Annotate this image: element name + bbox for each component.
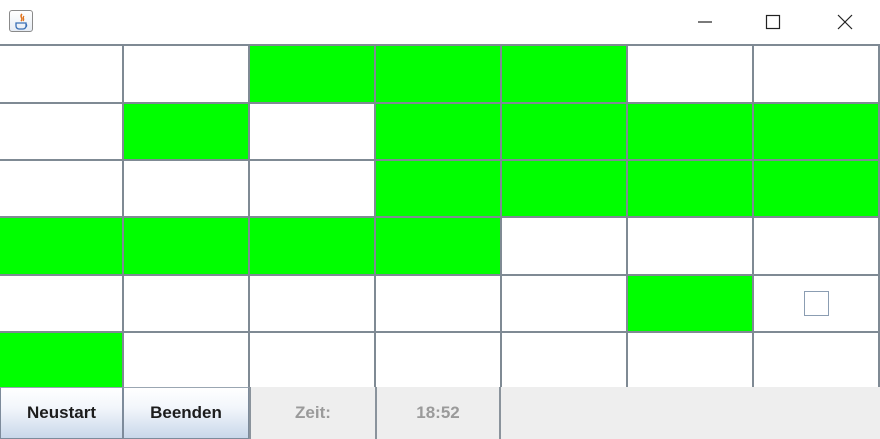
board-cell[interactable] bbox=[754, 104, 878, 159]
board-cell[interactable] bbox=[0, 161, 122, 216]
board-cell[interactable] bbox=[502, 46, 626, 102]
board-cell[interactable] bbox=[0, 333, 122, 388]
maximize-button[interactable] bbox=[750, 0, 796, 44]
board-cell[interactable] bbox=[754, 333, 878, 388]
time-label: Zeit: bbox=[249, 387, 375, 439]
maximize-icon bbox=[765, 14, 781, 30]
close-icon bbox=[837, 14, 853, 30]
board-cell[interactable] bbox=[376, 218, 500, 274]
board-cell[interactable] bbox=[754, 161, 878, 216]
board-cell[interactable] bbox=[0, 46, 122, 102]
board-cell[interactable] bbox=[502, 276, 626, 331]
board-cell[interactable] bbox=[376, 276, 500, 331]
board-cell[interactable] bbox=[754, 276, 878, 331]
board-cell[interactable] bbox=[0, 218, 122, 274]
minimize-button[interactable] bbox=[682, 0, 728, 44]
close-button[interactable] bbox=[822, 0, 868, 44]
board-cell[interactable] bbox=[250, 276, 374, 331]
board-cell[interactable] bbox=[628, 104, 752, 159]
board-cell[interactable] bbox=[628, 161, 752, 216]
board-cell[interactable] bbox=[754, 218, 878, 274]
time-value: 18:52 bbox=[375, 387, 501, 439]
board-cell[interactable] bbox=[124, 333, 248, 388]
board-cell[interactable] bbox=[250, 161, 374, 216]
board-cell[interactable] bbox=[376, 161, 500, 216]
board-cell[interactable] bbox=[628, 46, 752, 102]
board-cell[interactable] bbox=[0, 104, 122, 159]
board-cell[interactable] bbox=[502, 104, 626, 159]
quit-button[interactable]: Beenden bbox=[123, 387, 249, 439]
board-cell[interactable] bbox=[250, 333, 374, 388]
board-cell[interactable] bbox=[124, 46, 248, 102]
restart-button[interactable]: Neustart bbox=[0, 387, 123, 439]
java-app-icon[interactable] bbox=[9, 10, 33, 32]
board-cell[interactable] bbox=[124, 161, 248, 216]
board-cell[interactable] bbox=[250, 104, 374, 159]
game-board bbox=[0, 44, 880, 388]
board-cell[interactable] bbox=[0, 276, 122, 331]
board-cell[interactable] bbox=[376, 333, 500, 388]
board-cell[interactable] bbox=[502, 218, 626, 274]
board-cell[interactable] bbox=[124, 218, 248, 274]
board-cell[interactable] bbox=[250, 46, 374, 102]
board-cell[interactable] bbox=[250, 218, 374, 274]
minimize-icon bbox=[698, 21, 712, 23]
cell-checkbox[interactable] bbox=[804, 291, 829, 316]
board-cell[interactable] bbox=[628, 218, 752, 274]
title-bar bbox=[0, 0, 880, 45]
board-cell[interactable] bbox=[754, 46, 878, 102]
board-cell[interactable] bbox=[124, 104, 248, 159]
board-cell[interactable] bbox=[502, 333, 626, 388]
board-cell[interactable] bbox=[124, 276, 248, 331]
board-cell[interactable] bbox=[376, 104, 500, 159]
board-cell[interactable] bbox=[628, 333, 752, 388]
board-cell[interactable] bbox=[502, 161, 626, 216]
board-cell[interactable] bbox=[376, 46, 500, 102]
board-cell[interactable] bbox=[628, 276, 752, 331]
